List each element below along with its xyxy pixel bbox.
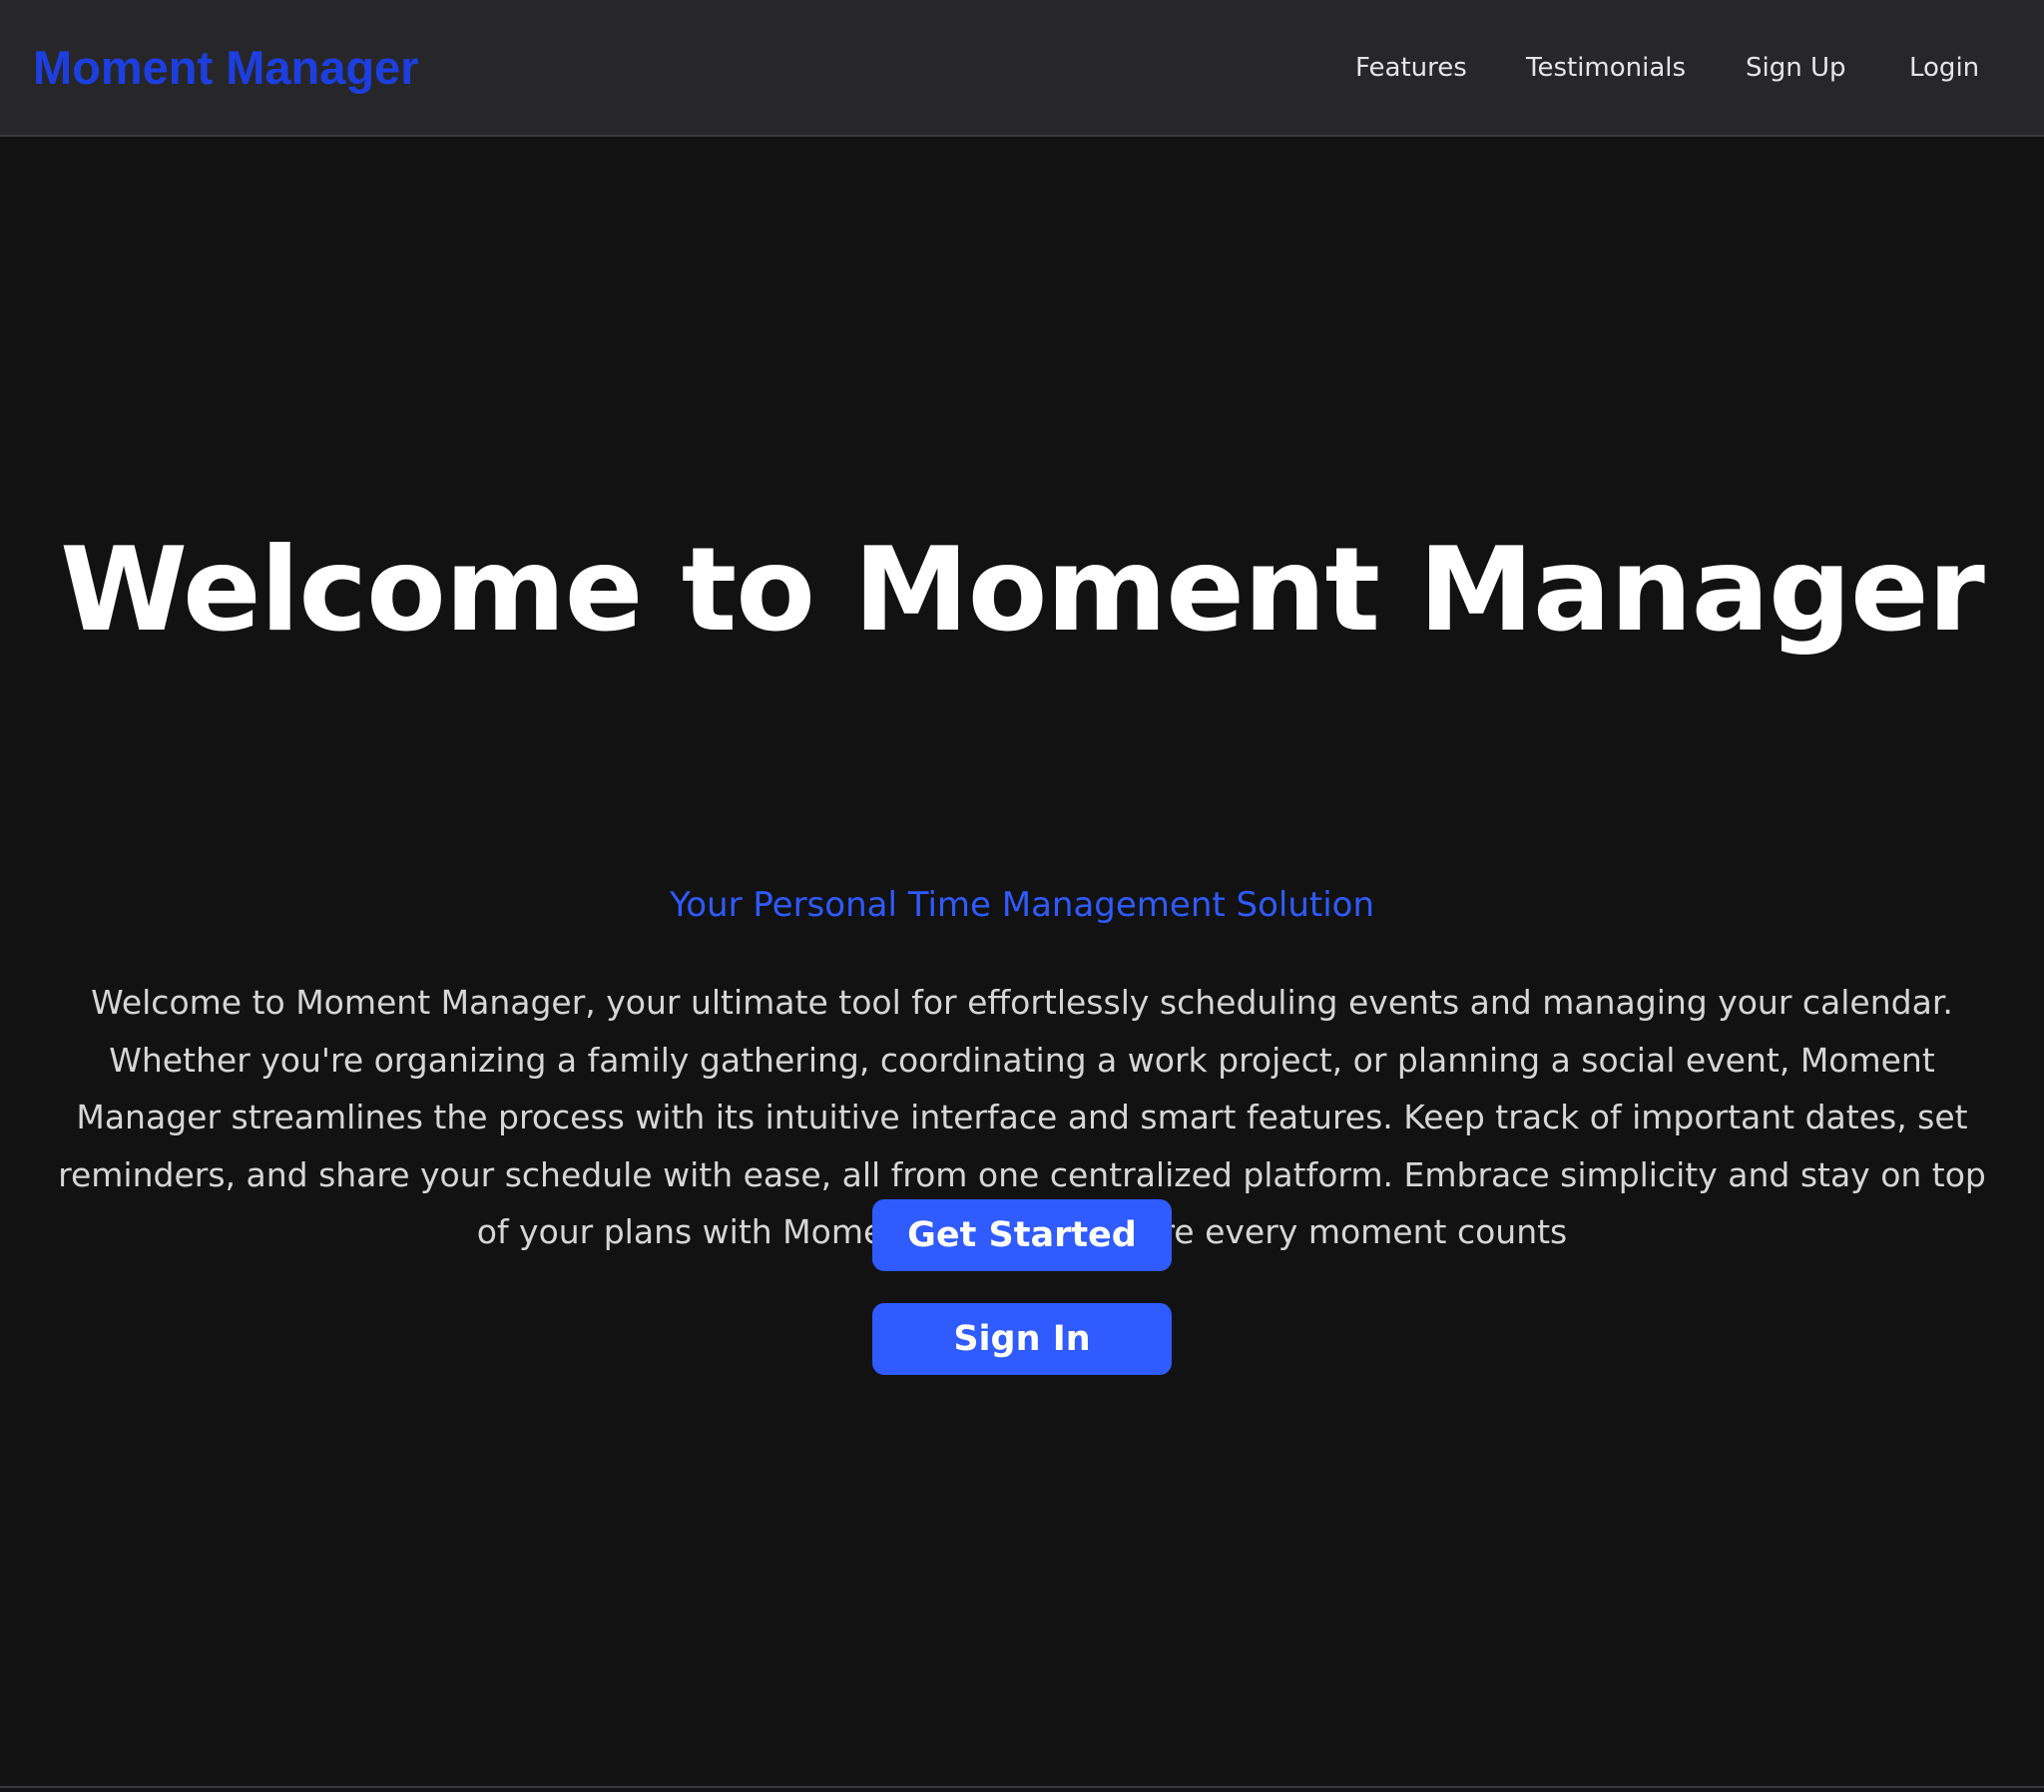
top-navbar: Moment Manager Features Testimonials Sig… bbox=[0, 0, 2044, 137]
hero-subtitle: Your Personal Time Management Solution bbox=[669, 885, 1375, 925]
get-started-button[interactable]: Get Started bbox=[872, 1199, 1172, 1271]
hero-section: Welcome to Moment Manager Your Personal … bbox=[0, 139, 2044, 1787]
footer-divider bbox=[0, 1786, 2044, 1788]
brand-logo[interactable]: Moment Manager bbox=[33, 38, 419, 98]
nav-link-sign-up[interactable]: Sign Up bbox=[1746, 48, 1846, 88]
hero-title: Welcome to Moment Manager bbox=[60, 523, 1985, 658]
nav-link-features[interactable]: Features bbox=[1355, 48, 1467, 88]
sign-in-button[interactable]: Sign In bbox=[872, 1303, 1172, 1375]
nav-link-testimonials[interactable]: Testimonials bbox=[1526, 48, 1686, 88]
nav-link-login[interactable]: Login bbox=[1909, 48, 1979, 88]
